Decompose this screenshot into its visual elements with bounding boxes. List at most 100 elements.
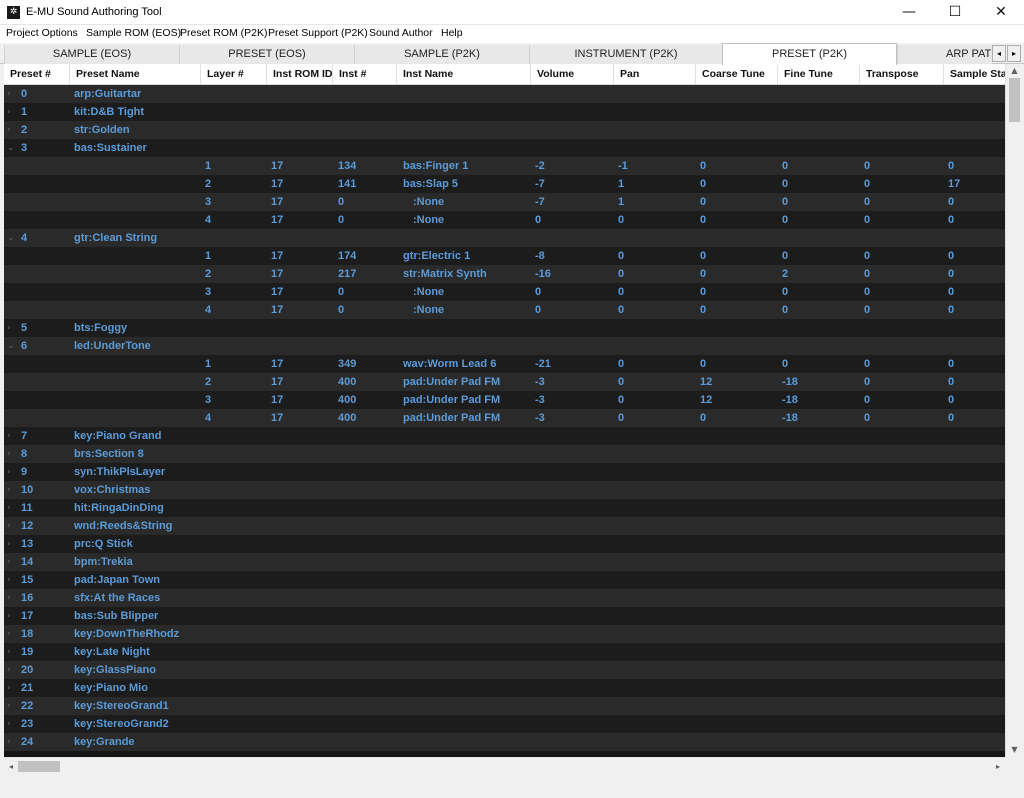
expanded-chevron-icon[interactable]: ⌄	[7, 139, 15, 157]
column-header-inst-rom-id[interactable]: Inst ROM ID	[267, 64, 333, 84]
close-button[interactable]: ✕	[978, 0, 1024, 25]
preset-row[interactable]: › 24 key:Grande	[4, 733, 1005, 751]
preset-row[interactable]: › 22 key:StereoGrand1	[4, 697, 1005, 715]
collapsed-chevron-icon[interactable]: ›	[7, 481, 11, 499]
preset-row[interactable]: › 21 key:Piano Mio	[4, 679, 1005, 697]
vertical-scrollbar[interactable]: ▲ ▼	[1005, 64, 1022, 757]
column-header-sample-start[interactable]: Sample Start	[944, 64, 1005, 84]
collapsed-chevron-icon[interactable]: ›	[7, 499, 11, 517]
column-header-transpose[interactable]: Transpose	[860, 64, 944, 84]
column-header-volume[interactable]: Volume	[531, 64, 614, 84]
scroll-left-icon[interactable]: ◂	[4, 758, 18, 775]
horizontal-scrollbar[interactable]: ◂ ▸	[4, 757, 1005, 774]
collapsed-chevron-icon[interactable]: ›	[7, 427, 11, 445]
collapsed-chevron-icon[interactable]: ›	[7, 463, 11, 481]
preset-row[interactable]: › 2 str:Golden	[4, 121, 1005, 139]
layer-row[interactable]: 1 17 134 bas:Finger 1 -2 -1 0 0 0 0	[4, 157, 1005, 175]
preset-row[interactable]: › 19 key:Late Night	[4, 643, 1005, 661]
collapsed-chevron-icon[interactable]: ›	[7, 661, 11, 679]
tab-scroll-left-icon[interactable]: ◂	[992, 45, 1006, 62]
column-header-pan[interactable]: Pan	[614, 64, 696, 84]
column-header-inst-number[interactable]: Inst #	[333, 64, 397, 84]
preset-row[interactable]: ⌄ 4 gtr:Clean String	[4, 229, 1005, 247]
layer-row[interactable]: 2 17 217 str:Matrix Synth -16 0 0 2 0 0	[4, 265, 1005, 283]
preset-grid[interactable]: › 0 arp:Guitartar › 1 kit:D&B Tight › 2 str:Gold…	[4, 85, 1005, 757]
column-header-coarse-tune[interactable]: Coarse Tune	[696, 64, 778, 84]
column-header-layer-number[interactable]: Layer #	[201, 64, 267, 84]
tab-arp-pattern[interactable]: ARP PAT	[897, 45, 992, 64]
collapsed-chevron-icon[interactable]: ›	[7, 733, 11, 751]
menu-sound-author[interactable]: Sound Author	[369, 27, 433, 39]
preset-row[interactable]: › 0 arp:Guitartar	[4, 85, 1005, 103]
column-header-preset-name[interactable]: Preset Name	[70, 64, 201, 84]
menu-project-options[interactable]: Project Options	[6, 27, 78, 39]
maximize-button[interactable]: ☐	[932, 0, 978, 25]
minimize-button[interactable]: —	[886, 0, 932, 25]
tab-preset-p2k[interactable]: PRESET (P2K)	[722, 43, 897, 65]
column-header-inst-name[interactable]: Inst Name	[397, 64, 531, 84]
preset-row[interactable]: › 20 key:GlassPiano	[4, 661, 1005, 679]
preset-row[interactable]: › 10 vox:Christmas	[4, 481, 1005, 499]
collapsed-chevron-icon[interactable]: ›	[7, 643, 11, 661]
collapsed-chevron-icon[interactable]: ›	[7, 103, 11, 121]
menu-preset-rom-p2k[interactable]: Preset ROM (P2K)	[180, 27, 268, 39]
preset-row[interactable]: › 23 key:StereoGrand2	[4, 715, 1005, 733]
layer-row[interactable]: 4 17 400 pad:Under Pad FM -3 0 0 -18 0 0	[4, 409, 1005, 427]
collapsed-chevron-icon[interactable]: ›	[7, 607, 11, 625]
collapsed-chevron-icon[interactable]: ›	[7, 679, 11, 697]
preset-row[interactable]: › 5 bts:Foggy	[4, 319, 1005, 337]
preset-row[interactable]: › 12 wnd:Reeds&String	[4, 517, 1005, 535]
tab-preset-eos[interactable]: PRESET (EOS)	[179, 45, 354, 64]
preset-row[interactable]: › 9 syn:ThikPlsLayer	[4, 463, 1005, 481]
preset-row[interactable]: › 16 sfx:At the Races	[4, 589, 1005, 607]
collapsed-chevron-icon[interactable]: ›	[7, 553, 11, 571]
preset-row[interactable]: › 13 prc:Q Stick	[4, 535, 1005, 553]
layer-row[interactable]: 3 17 0:None 0 0 0 0 0 0	[4, 283, 1005, 301]
scroll-up-icon[interactable]: ▲	[1006, 64, 1023, 78]
collapsed-chevron-icon[interactable]: ›	[7, 589, 11, 607]
collapsed-chevron-icon[interactable]: ›	[7, 715, 11, 733]
preset-row[interactable]: › 8 brs:Section 8	[4, 445, 1005, 463]
layer-row[interactable]: 4 17 0:None 0 0 0 0 0 0	[4, 301, 1005, 319]
layer-row[interactable]: 3 17 400 pad:Under Pad FM -3 0 12 -18 0 0	[4, 391, 1005, 409]
collapsed-chevron-icon[interactable]: ›	[7, 121, 11, 139]
collapsed-chevron-icon[interactable]: ›	[7, 517, 11, 535]
menu-sample-rom-eos[interactable]: Sample ROM (EOS)	[86, 27, 181, 39]
layer-row[interactable]: 3 17 0:None -7 1 0 0 0 0	[4, 193, 1005, 211]
tab-instrument-p2k[interactable]: INSTRUMENT (P2K)	[529, 45, 722, 64]
tab-sample-eos[interactable]: SAMPLE (EOS)	[4, 45, 179, 64]
layer-row[interactable]: 1 17 174 gtr:Electric 1 -8 0 0 0 0 0	[4, 247, 1005, 265]
layer-row[interactable]: 2 17 400 pad:Under Pad FM -3 0 12 -18 0 0	[4, 373, 1005, 391]
collapsed-chevron-icon[interactable]: ›	[7, 625, 11, 643]
collapsed-chevron-icon[interactable]: ›	[7, 571, 11, 589]
preset-row[interactable]: › 1 kit:D&B Tight	[4, 103, 1005, 121]
layer-row[interactable]: 1 17 349 wav:Worm Lead 6 -21 0 0 0 0 0	[4, 355, 1005, 373]
preset-row[interactable]: › 14 bpm:Trekia	[4, 553, 1005, 571]
expanded-chevron-icon[interactable]: ⌄	[7, 337, 15, 355]
menu-preset-support-p2k[interactable]: Preset Support (P2K)	[268, 27, 368, 39]
vertical-scroll-thumb[interactable]	[1009, 78, 1020, 122]
scroll-down-icon[interactable]: ▼	[1006, 743, 1023, 757]
preset-row[interactable]: › 18 key:DownTheRhodz	[4, 625, 1005, 643]
menu-help[interactable]: Help	[441, 27, 463, 39]
layer-row[interactable]: 4 17 0:None 0 0 0 0 0 0	[4, 211, 1005, 229]
collapsed-chevron-icon[interactable]: ›	[7, 85, 11, 103]
preset-row[interactable]: › 17 bas:Sub Blipper	[4, 607, 1005, 625]
preset-row[interactable]: ⌄ 3 bas:Sustainer	[4, 139, 1005, 157]
tab-sample-p2k[interactable]: SAMPLE (P2K)	[354, 45, 529, 64]
tab-scroll-right-icon[interactable]: ▸	[1007, 45, 1021, 62]
preset-row[interactable]: ⌄ 6 led:UnderTone	[4, 337, 1005, 355]
preset-row[interactable]: › 11 hit:RingaDinDing	[4, 499, 1005, 517]
scroll-right-icon[interactable]: ▸	[991, 758, 1005, 775]
collapsed-chevron-icon[interactable]: ›	[7, 445, 11, 463]
layer-row[interactable]: 2 17 141 bas:Slap 5 -7 1 0 0 0 17	[4, 175, 1005, 193]
column-header-fine-tune[interactable]: Fine Tune	[778, 64, 860, 84]
collapsed-chevron-icon[interactable]: ›	[7, 697, 11, 715]
preset-row[interactable]: › 15 pad:Japan Town	[4, 571, 1005, 589]
column-header-preset-number[interactable]: Preset #	[4, 64, 70, 84]
collapsed-chevron-icon[interactable]: ›	[7, 535, 11, 553]
preset-row[interactable]: › 7 key:Piano Grand	[4, 427, 1005, 445]
horizontal-scroll-thumb[interactable]	[18, 761, 60, 772]
collapsed-chevron-icon[interactable]: ›	[7, 319, 11, 337]
expanded-chevron-icon[interactable]: ⌄	[7, 229, 15, 247]
